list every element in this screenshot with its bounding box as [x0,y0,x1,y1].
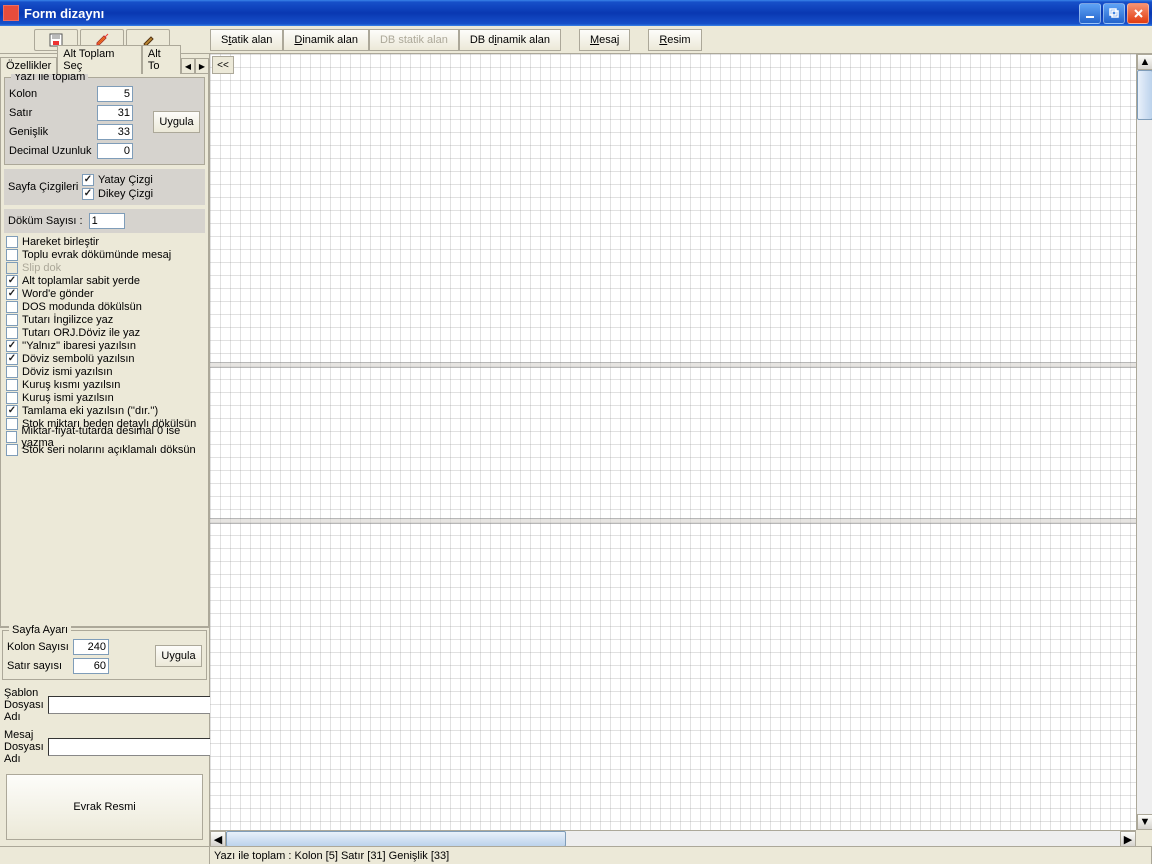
nav-first-button[interactable]: << [212,56,234,74]
db-dynamic-field-button[interactable]: DB dinamik alan [459,29,561,51]
opt-ingilizce-checkbox[interactable] [6,314,18,326]
opt-dovizsembol-checkbox[interactable] [6,353,18,365]
close-button[interactable] [1127,3,1149,24]
opt-word-checkbox[interactable] [6,288,18,300]
kolon-input[interactable] [97,86,133,102]
opt-tamlama-checkbox[interactable] [6,405,18,417]
opt-dovizisim-checkbox[interactable] [6,366,18,378]
resim-button[interactable]: Resim [648,29,701,51]
statusbar: Yazı ile toplam : Kolon [5] Satır [31] G… [0,846,1152,864]
page-settings-legend: Sayfa Ayarı [9,624,71,636]
print-count-row: Döküm Sayısı : [4,209,205,233]
document-image-button[interactable]: Evrak Resmi [6,774,203,840]
titlebar: Form dizaynı [0,0,1152,26]
page-cols-label: Kolon Sayısı [7,641,73,653]
page-rows-label: Satır sayısı [7,660,73,672]
page-cols-input[interactable] [73,639,109,655]
genislik-input[interactable] [97,124,133,140]
section-divider-1 [210,362,1136,368]
tab-subtotal[interactable]: Alt Toplam Seç [57,45,142,74]
kolon-label: Kolon [9,88,97,100]
hscroll-thumb[interactable] [226,831,566,846]
scroll-down-button[interactable]: ▼ [1137,814,1152,830]
horizontal-line-checkbox[interactable] [82,174,94,186]
template-file-input[interactable] [48,696,227,714]
opt-kuruskism-checkbox[interactable] [6,379,18,391]
status-text: Yazı ile toplam : Kolon [5] Satır [31] G… [210,847,1152,864]
genislik-label: Genişlik [9,126,97,138]
apply-text-total-button[interactable]: Uygula [153,111,200,133]
message-file-label: Mesaj Dosyası Adı [4,729,44,765]
design-canvas: << ▲ ▼ ◀ ▶ [210,54,1152,846]
page-settings-group: Sayfa Ayarı Kolon Sayısı Satır sayısı Uy… [2,630,207,680]
vscroll-thumb[interactable] [1137,70,1152,120]
opt-kurusisim-checkbox[interactable] [6,392,18,404]
options-list: Hareket birleştir Toplu evrak dökümünde … [4,235,205,595]
apply-page-button[interactable]: Uygula [155,645,202,667]
text-total-group: Yazı ile toplam Kolon Satır Genişlik [4,77,205,165]
text-total-legend: Yazı ile toplam [11,74,88,83]
tab-scroll-right[interactable]: ▶ [195,58,209,74]
scroll-corner [1136,830,1152,846]
scroll-left-button[interactable]: ◀ [210,831,226,846]
maximize-button[interactable] [1103,3,1125,24]
opt-desimal-checkbox[interactable] [6,431,17,443]
tab-scroll-left[interactable]: ◀ [181,58,195,74]
decimal-input[interactable] [97,143,133,159]
satir-label: Satır [9,107,97,119]
print-count-input[interactable] [89,213,125,229]
minimize-button[interactable] [1079,3,1101,24]
opt-toplu-checkbox[interactable] [6,249,18,261]
db-static-field-button: DB statik alan [369,29,459,51]
decimal-label: Decimal Uzunluk [9,145,97,157]
status-cell-left [0,847,210,864]
opt-slip-checkbox [6,262,18,274]
scroll-right-button[interactable]: ▶ [1120,831,1136,846]
print-count-label: Döküm Sayısı : [8,215,83,227]
tab-more[interactable]: Alt To [142,45,181,74]
properties-panel: Özellikler Alt Toplam Seç Alt To ◀ ▶ Yaz… [0,54,210,846]
template-file-label: Şablon Dosyası Adı [4,687,44,723]
window-title: Form dizaynı [24,6,1079,21]
opt-orjdoviz-checkbox[interactable] [6,327,18,339]
opt-alttoplam-checkbox[interactable] [6,275,18,287]
satir-input[interactable] [97,105,133,121]
static-field-button[interactable]: Statik alan [210,29,283,51]
opt-dos-checkbox[interactable] [6,301,18,313]
vertical-scrollbar[interactable]: ▲ ▼ [1136,54,1152,830]
mesaj-button[interactable]: Mesaj [579,29,630,51]
opt-yalniz-checkbox[interactable] [6,340,18,352]
grid-background [210,54,1136,830]
page-rows-input[interactable] [73,658,109,674]
opt-hareket-checkbox[interactable] [6,236,18,248]
opt-serino-checkbox[interactable] [6,444,18,456]
app-icon [3,5,19,21]
page-lines-group: Sayfa Çizgileri Yatay Çizgi Dikey Çizgi [4,169,205,205]
tab-properties[interactable]: Özellikler [0,57,57,74]
message-file-input[interactable] [48,738,227,756]
scroll-up-button[interactable]: ▲ [1137,54,1152,70]
grid-viewport[interactable]: << [210,54,1136,830]
horizontal-scrollbar[interactable]: ◀ ▶ [210,830,1136,846]
page-lines-label: Sayfa Çizgileri [8,181,82,193]
dynamic-field-button[interactable]: Dinamik alan [283,29,369,51]
vertical-line-checkbox[interactable] [82,188,94,200]
opt-stokbeden-checkbox[interactable] [6,418,18,430]
section-divider-2 [210,518,1136,524]
